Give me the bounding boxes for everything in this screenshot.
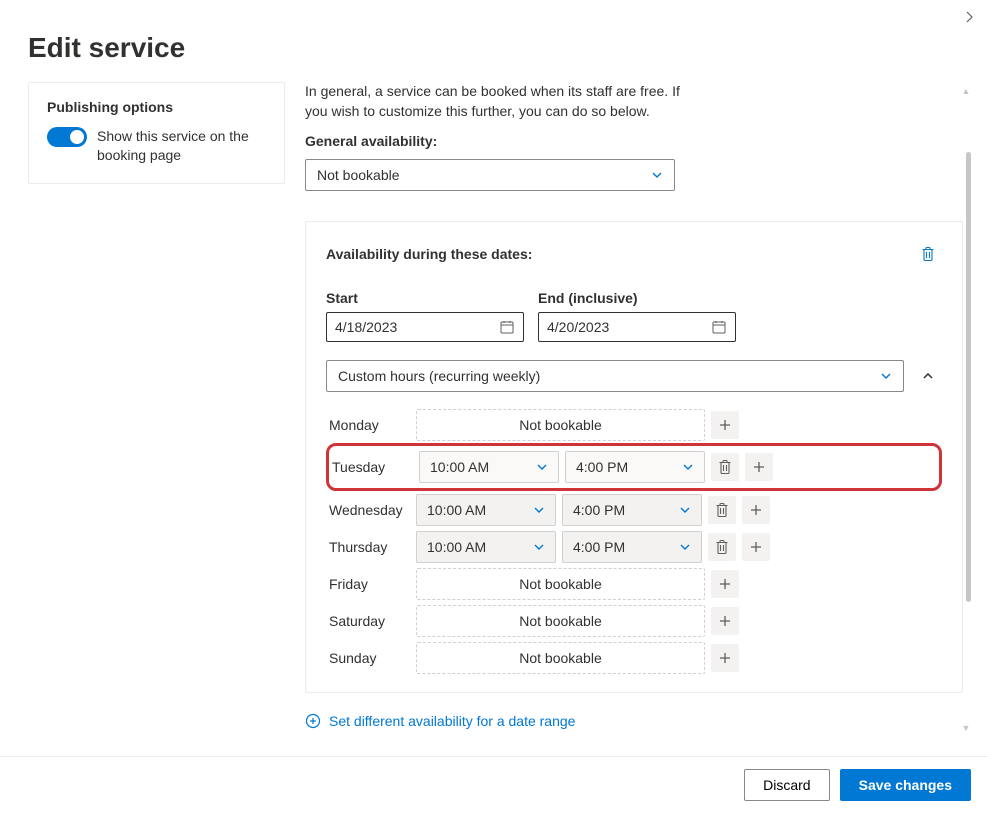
end-time-value: 4:00 PM <box>573 502 625 518</box>
day-row-wednesday: Wednesday 10:00 AM 4:00 PM <box>326 491 942 528</box>
day-row-saturday: Saturday Not bookable <box>326 602 942 639</box>
delete-timeslot-button[interactable] <box>711 453 739 481</box>
start-time-select[interactable]: 10:00 AM <box>416 531 556 563</box>
start-time-select[interactable]: 10:00 AM <box>416 494 556 526</box>
day-name: Thursday <box>326 539 416 555</box>
start-date-label: Start <box>326 290 524 306</box>
not-bookable-box: Not bookable <box>416 568 705 600</box>
end-time-value: 4:00 PM <box>573 539 625 555</box>
end-time-select[interactable]: 4:00 PM <box>565 451 705 483</box>
end-date-input[interactable]: 4/20/2023 <box>538 312 736 342</box>
plus-icon <box>749 503 763 517</box>
start-time-select[interactable]: 10:00 AM <box>419 451 559 483</box>
footer: Discard Save changes <box>0 756 987 813</box>
page-title: Edit service <box>0 0 987 82</box>
day-name: Wednesday <box>326 502 416 518</box>
not-bookable-box: Not bookable <box>416 605 705 637</box>
set-different-availability-link[interactable]: Set different availability for a date ra… <box>305 713 963 729</box>
recurring-select[interactable]: Custom hours (recurring weekly) <box>326 360 904 392</box>
chevron-down-icon <box>880 370 892 382</box>
sidebar: Publishing options Show this service on … <box>28 82 285 737</box>
add-timeslot-button[interactable] <box>711 411 739 439</box>
not-bookable-box: Not bookable <box>416 642 705 674</box>
plus-icon <box>718 418 732 432</box>
delete-availability-button[interactable] <box>914 240 942 268</box>
scrollbar-thumb[interactable] <box>966 152 971 602</box>
start-date-input[interactable]: 4/18/2023 <box>326 312 524 342</box>
end-time-value: 4:00 PM <box>576 459 628 475</box>
add-timeslot-button[interactable] <box>742 533 770 561</box>
plus-icon <box>752 460 766 474</box>
day-row-thursday: Thursday 10:00 AM 4:00 PM <box>326 528 942 565</box>
main-panel: ▲ ▼ In general, a service can be booked … <box>285 82 973 737</box>
collapse-button[interactable] <box>914 362 942 390</box>
trash-icon <box>714 539 730 555</box>
start-date-value: 4/18/2023 <box>335 319 397 335</box>
availability-heading: Availability during these dates: <box>326 246 532 262</box>
days-list: Monday Not bookable Tuesday 10:00 AM 4:0… <box>326 406 942 688</box>
show-service-toggle-label: Show this service on the booking page <box>97 127 266 165</box>
intro-line-2: you wish to customize this further, you … <box>305 102 963 122</box>
chevron-down-icon <box>682 461 694 473</box>
trash-icon <box>717 459 733 475</box>
add-timeslot-button[interactable] <box>745 453 773 481</box>
plus-icon <box>718 577 732 591</box>
chevron-down-icon <box>533 541 545 553</box>
day-name: Tuesday <box>329 459 419 475</box>
general-availability-select[interactable]: Not bookable <box>305 159 675 191</box>
end-date-value: 4/20/2023 <box>547 319 609 335</box>
discard-button[interactable]: Discard <box>744 769 829 801</box>
day-name: Saturday <box>326 613 416 629</box>
panel-close-chevron[interactable] <box>959 6 981 31</box>
delete-timeslot-button[interactable] <box>708 496 736 524</box>
add-timeslot-button[interactable] <box>711 607 739 635</box>
end-date-label: End (inclusive) <box>538 290 736 306</box>
publishing-options-title: Publishing options <box>47 99 266 115</box>
day-row-tuesday: Tuesday 10:00 AM 4:00 PM <box>326 443 942 491</box>
plus-icon <box>749 540 763 554</box>
calendar-icon <box>711 319 727 335</box>
day-row-friday: Friday Not bookable <box>326 565 942 602</box>
chevron-down-icon <box>679 541 691 553</box>
publishing-options-card: Publishing options Show this service on … <box>28 82 285 184</box>
day-name: Friday <box>326 576 416 592</box>
scroll-down-arrow[interactable]: ▼ <box>959 723 973 733</box>
add-timeslot-button[interactable] <box>711 644 739 672</box>
add-timeslot-button[interactable] <box>711 570 739 598</box>
chevron-down-icon <box>679 504 691 516</box>
chevron-down-icon <box>533 504 545 516</box>
day-name: Monday <box>326 417 416 433</box>
add-timeslot-button[interactable] <box>742 496 770 524</box>
plus-icon <box>718 614 732 628</box>
chevron-up-icon <box>922 370 934 382</box>
end-time-select[interactable]: 4:00 PM <box>562 531 702 563</box>
day-name: Sunday <box>326 650 416 666</box>
plus-icon <box>718 651 732 665</box>
not-bookable-box: Not bookable <box>416 409 705 441</box>
start-time-value: 10:00 AM <box>430 459 489 475</box>
day-row-sunday: Sunday Not bookable <box>326 639 942 676</box>
show-service-toggle[interactable] <box>47 127 87 147</box>
chevron-down-icon <box>651 169 663 181</box>
delete-timeslot-button[interactable] <box>708 533 736 561</box>
save-changes-button[interactable]: Save changes <box>840 769 971 801</box>
availability-card: Availability during these dates: Start 4… <box>305 221 963 693</box>
trash-icon <box>714 502 730 518</box>
recurring-value: Custom hours (recurring weekly) <box>338 368 540 384</box>
start-time-value: 10:00 AM <box>427 502 486 518</box>
plus-circle-icon <box>305 713 321 729</box>
scroll-up-arrow[interactable]: ▲ <box>959 86 973 96</box>
intro-line-1: In general, a service can be booked when… <box>305 82 963 102</box>
set-different-availability-label: Set different availability for a date ra… <box>329 713 575 729</box>
end-time-select[interactable]: 4:00 PM <box>562 494 702 526</box>
general-availability-value: Not bookable <box>317 167 400 183</box>
chevron-down-icon <box>536 461 548 473</box>
calendar-icon <box>499 319 515 335</box>
general-availability-label: General availability: <box>305 133 963 149</box>
start-time-value: 10:00 AM <box>427 539 486 555</box>
trash-icon <box>920 246 936 262</box>
day-row-monday: Monday Not bookable <box>326 406 942 443</box>
